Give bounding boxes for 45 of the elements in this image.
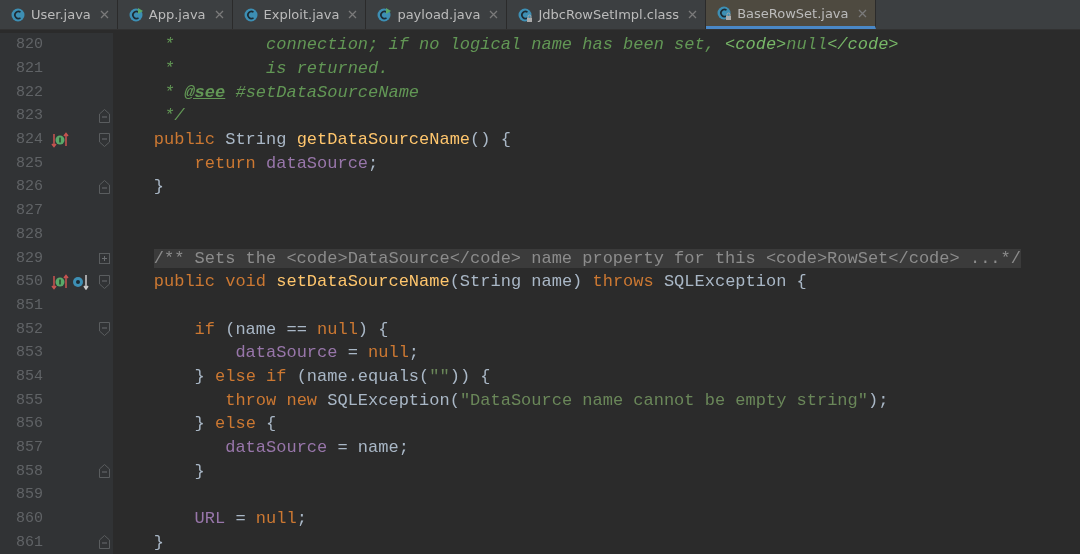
fold-marker-icon[interactable]: [99, 322, 110, 337]
close-icon[interactable]: [688, 10, 698, 19]
runnable-class-icon: [376, 6, 393, 23]
editor-tab[interactable]: payload.java: [366, 0, 508, 29]
close-icon[interactable]: [99, 10, 109, 19]
fold-marker-icon[interactable]: [99, 274, 110, 289]
override-marker-icon[interactable]: [51, 131, 69, 148]
close-icon[interactable]: [489, 10, 499, 19]
editor-tab[interactable]: BaseRowSet.java: [706, 0, 876, 29]
close-icon[interactable]: [857, 8, 867, 18]
code-line: public String getDataSourceName() {: [152, 130, 511, 150]
override-marker-icon[interactable]: [51, 273, 69, 290]
class-icon: [10, 6, 26, 23]
code-line: } else {: [193, 414, 277, 434]
code-line: URL = null;: [193, 509, 307, 529]
close-icon[interactable]: [214, 10, 224, 19]
code-line: } else if (name.equals("")) {: [193, 366, 491, 386]
locked-class-icon: [517, 6, 534, 23]
fold-end-icon[interactable]: [99, 179, 110, 194]
code-line: }: [152, 177, 164, 197]
code-line: * @see #setDataSourceName: [163, 82, 420, 102]
locked-class-icon: [716, 5, 733, 21]
code-line: public void setDataSourceName(String name) throws SQLException {: [152, 272, 807, 292]
editor-tab[interactable]: Exploit.java: [232, 0, 367, 29]
code-line: }: [152, 532, 164, 552]
editor-tab[interactable]: App.java: [117, 0, 233, 29]
code-line: return dataSource;: [193, 153, 379, 173]
fold-marker-icon[interactable]: [99, 132, 110, 147]
fold-end-icon[interactable]: [99, 535, 110, 550]
fold-end-icon[interactable]: [99, 464, 110, 479]
expand-fold-icon[interactable]: [99, 252, 110, 264]
code-line: * is returned.: [163, 59, 389, 79]
class-icon: [242, 6, 259, 23]
code-line: */: [163, 106, 185, 126]
implemented-marker-icon[interactable]: [72, 273, 90, 290]
code-line: dataSource = name;: [224, 438, 409, 458]
code-line: * connection; if no logical name has been set, <code>null</code>: [163, 35, 899, 55]
close-icon[interactable]: [348, 10, 358, 19]
fold-end-icon[interactable]: [99, 108, 110, 123]
code-line: if (name == null) {: [193, 319, 389, 339]
code-line: dataSource = null;: [234, 343, 420, 363]
editor-tab[interactable]: User.java: [0, 0, 118, 29]
code-line: throw new SQLException("DataSource name cannot be empty string");: [224, 390, 889, 410]
runnable-class-icon: [127, 6, 144, 23]
code-line: }: [193, 461, 205, 481]
